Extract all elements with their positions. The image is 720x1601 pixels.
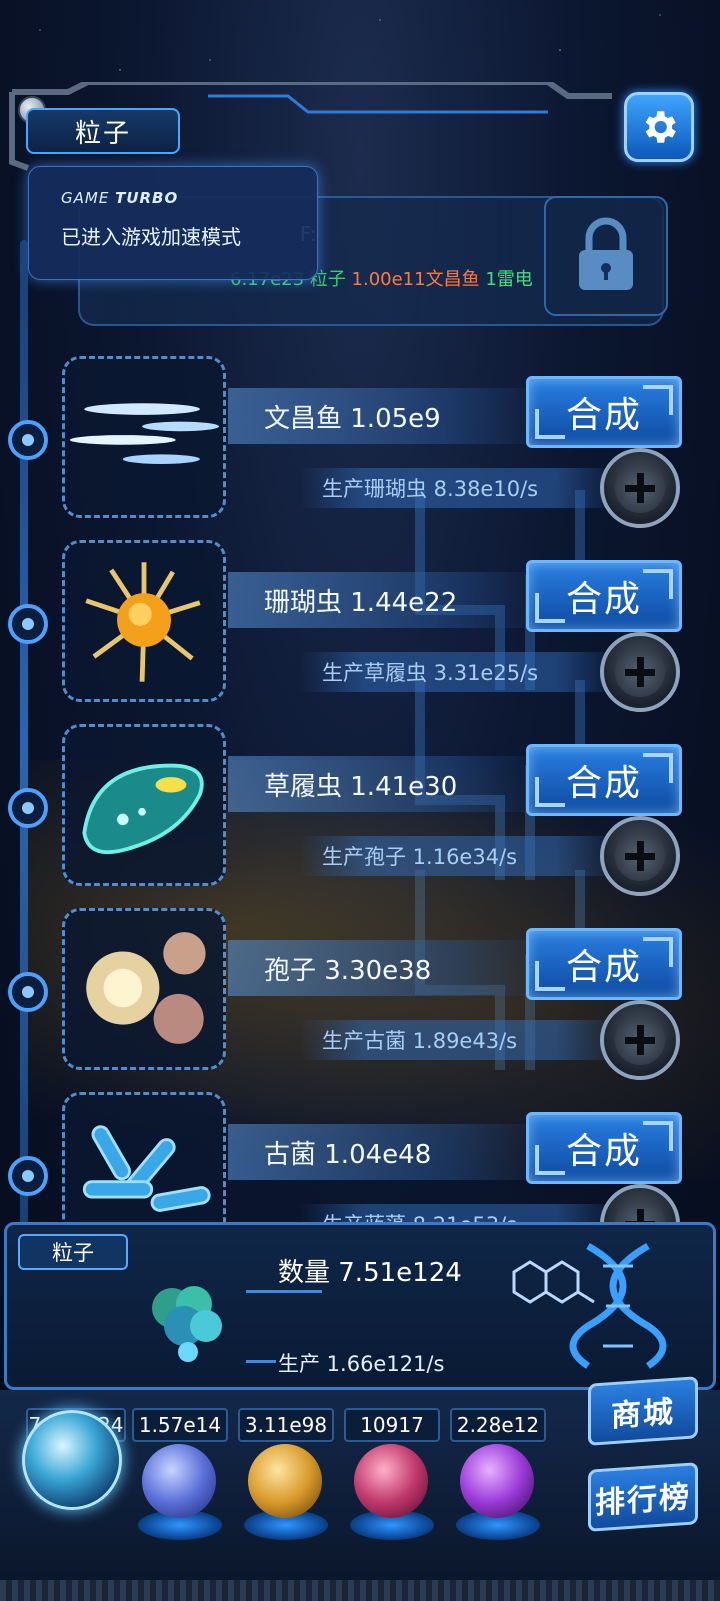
add-button[interactable] — [600, 448, 680, 528]
connector-line — [246, 1290, 322, 1293]
particle-production: 生产 1.66e121/s — [278, 1352, 445, 1376]
resource-value: 2.28e12 — [450, 1408, 546, 1442]
combine-button[interactable]: 合成 — [526, 744, 682, 816]
creature-production: 生产孢子 1.16e34/s — [300, 836, 620, 876]
paramecium-thumbnail — [62, 724, 226, 886]
paramecium-icon — [82, 763, 204, 855]
plus-icon — [615, 1015, 665, 1065]
turbo-brand-bold: TURBO — [115, 189, 179, 207]
resource-value: 1.57e14 — [132, 1408, 228, 1442]
add-button[interactable] — [600, 1000, 680, 1080]
creature-name: 珊瑚虫 1.44e22 — [228, 572, 548, 628]
cost-thunder: 1雷电 — [485, 269, 533, 290]
ranking-button[interactable]: 排行榜 — [588, 1462, 698, 1532]
turbo-brand: GAME TURBO — [61, 189, 317, 207]
add-button[interactable] — [600, 632, 680, 712]
amphioxus-thumbnail — [62, 356, 226, 518]
vortex-orb-icon[interactable] — [460, 1444, 534, 1518]
amphioxus-icon — [69, 403, 220, 464]
lock-icon — [579, 217, 633, 290]
game-turbo-toast: GAME TURBO 已进入游戏加速模式 — [28, 166, 318, 280]
particle-quantity: 数量 7.51e124 — [278, 1258, 462, 1288]
particle-cluster-icon — [152, 1286, 222, 1362]
cost-fish: 1.00e11文昌鱼 — [351, 269, 480, 290]
settings-button[interactable] — [624, 92, 694, 162]
combine-button[interactable]: 合成 — [526, 376, 682, 448]
creature-production: 生产草履虫 3.31e25/s — [300, 652, 620, 692]
plus-icon — [615, 831, 665, 881]
shop-button[interactable]: 商城 — [588, 1376, 698, 1446]
turbo-message: 已进入游戏加速模式 — [61, 225, 241, 249]
dna-icon — [569, 1242, 667, 1369]
galaxy-orb-icon[interactable] — [248, 1444, 322, 1518]
add-button[interactable] — [600, 816, 680, 896]
particle-orb-icon[interactable] — [22, 1410, 122, 1510]
creature-name: 草履虫 1.41e30 — [228, 756, 548, 812]
spore-icon — [86, 932, 206, 1044]
creature-production: 生产珊瑚虫 8.38e10/s — [300, 468, 620, 508]
creature-name: 孢子 3.30e38 — [228, 940, 548, 996]
particle-tab: 粒子 — [18, 1234, 128, 1270]
creature-row: 草履虫 1.41e30 合成 生产孢子 1.16e34/s — [0, 724, 720, 896]
gear-icon — [645, 111, 676, 143]
brain-orb-icon[interactable] — [354, 1444, 428, 1518]
creature-row: 孢子 3.30e38 合成 生产古菌 1.89e43/s — [0, 908, 720, 1080]
coral-polyp-thumbnail — [62, 540, 226, 702]
unlock-button[interactable] — [544, 196, 668, 316]
coral-polyp-icon — [85, 562, 201, 682]
page-title: 粒子 — [26, 108, 180, 154]
creature-name: 文昌鱼 1.05e9 — [228, 388, 548, 444]
lightning-orb-icon[interactable] — [142, 1444, 216, 1518]
combine-button[interactable]: 合成 — [526, 928, 682, 1000]
creature-row: 文昌鱼 1.05e9 合成 生产珊瑚虫 8.38e10/s — [0, 356, 720, 528]
connector-line — [246, 1360, 276, 1363]
combine-button[interactable]: 合成 — [526, 560, 682, 632]
combine-button[interactable]: 合成 — [526, 1112, 682, 1184]
plus-icon — [615, 647, 665, 697]
creature-row: 珊瑚虫 1.44e22 合成 生产草履虫 3.31e25/s — [0, 540, 720, 712]
creature-name: 古菌 1.04e48 — [228, 1124, 548, 1180]
bottom-strip — [0, 1580, 720, 1601]
resource-value: 3.11e98 — [238, 1408, 334, 1442]
plus-icon — [615, 463, 665, 513]
turbo-brand-light: GAME — [61, 189, 110, 207]
resource-value: 10917 — [344, 1408, 440, 1442]
spore-thumbnail — [62, 908, 226, 1070]
creature-production: 生产古菌 1.89e43/s — [300, 1020, 620, 1060]
